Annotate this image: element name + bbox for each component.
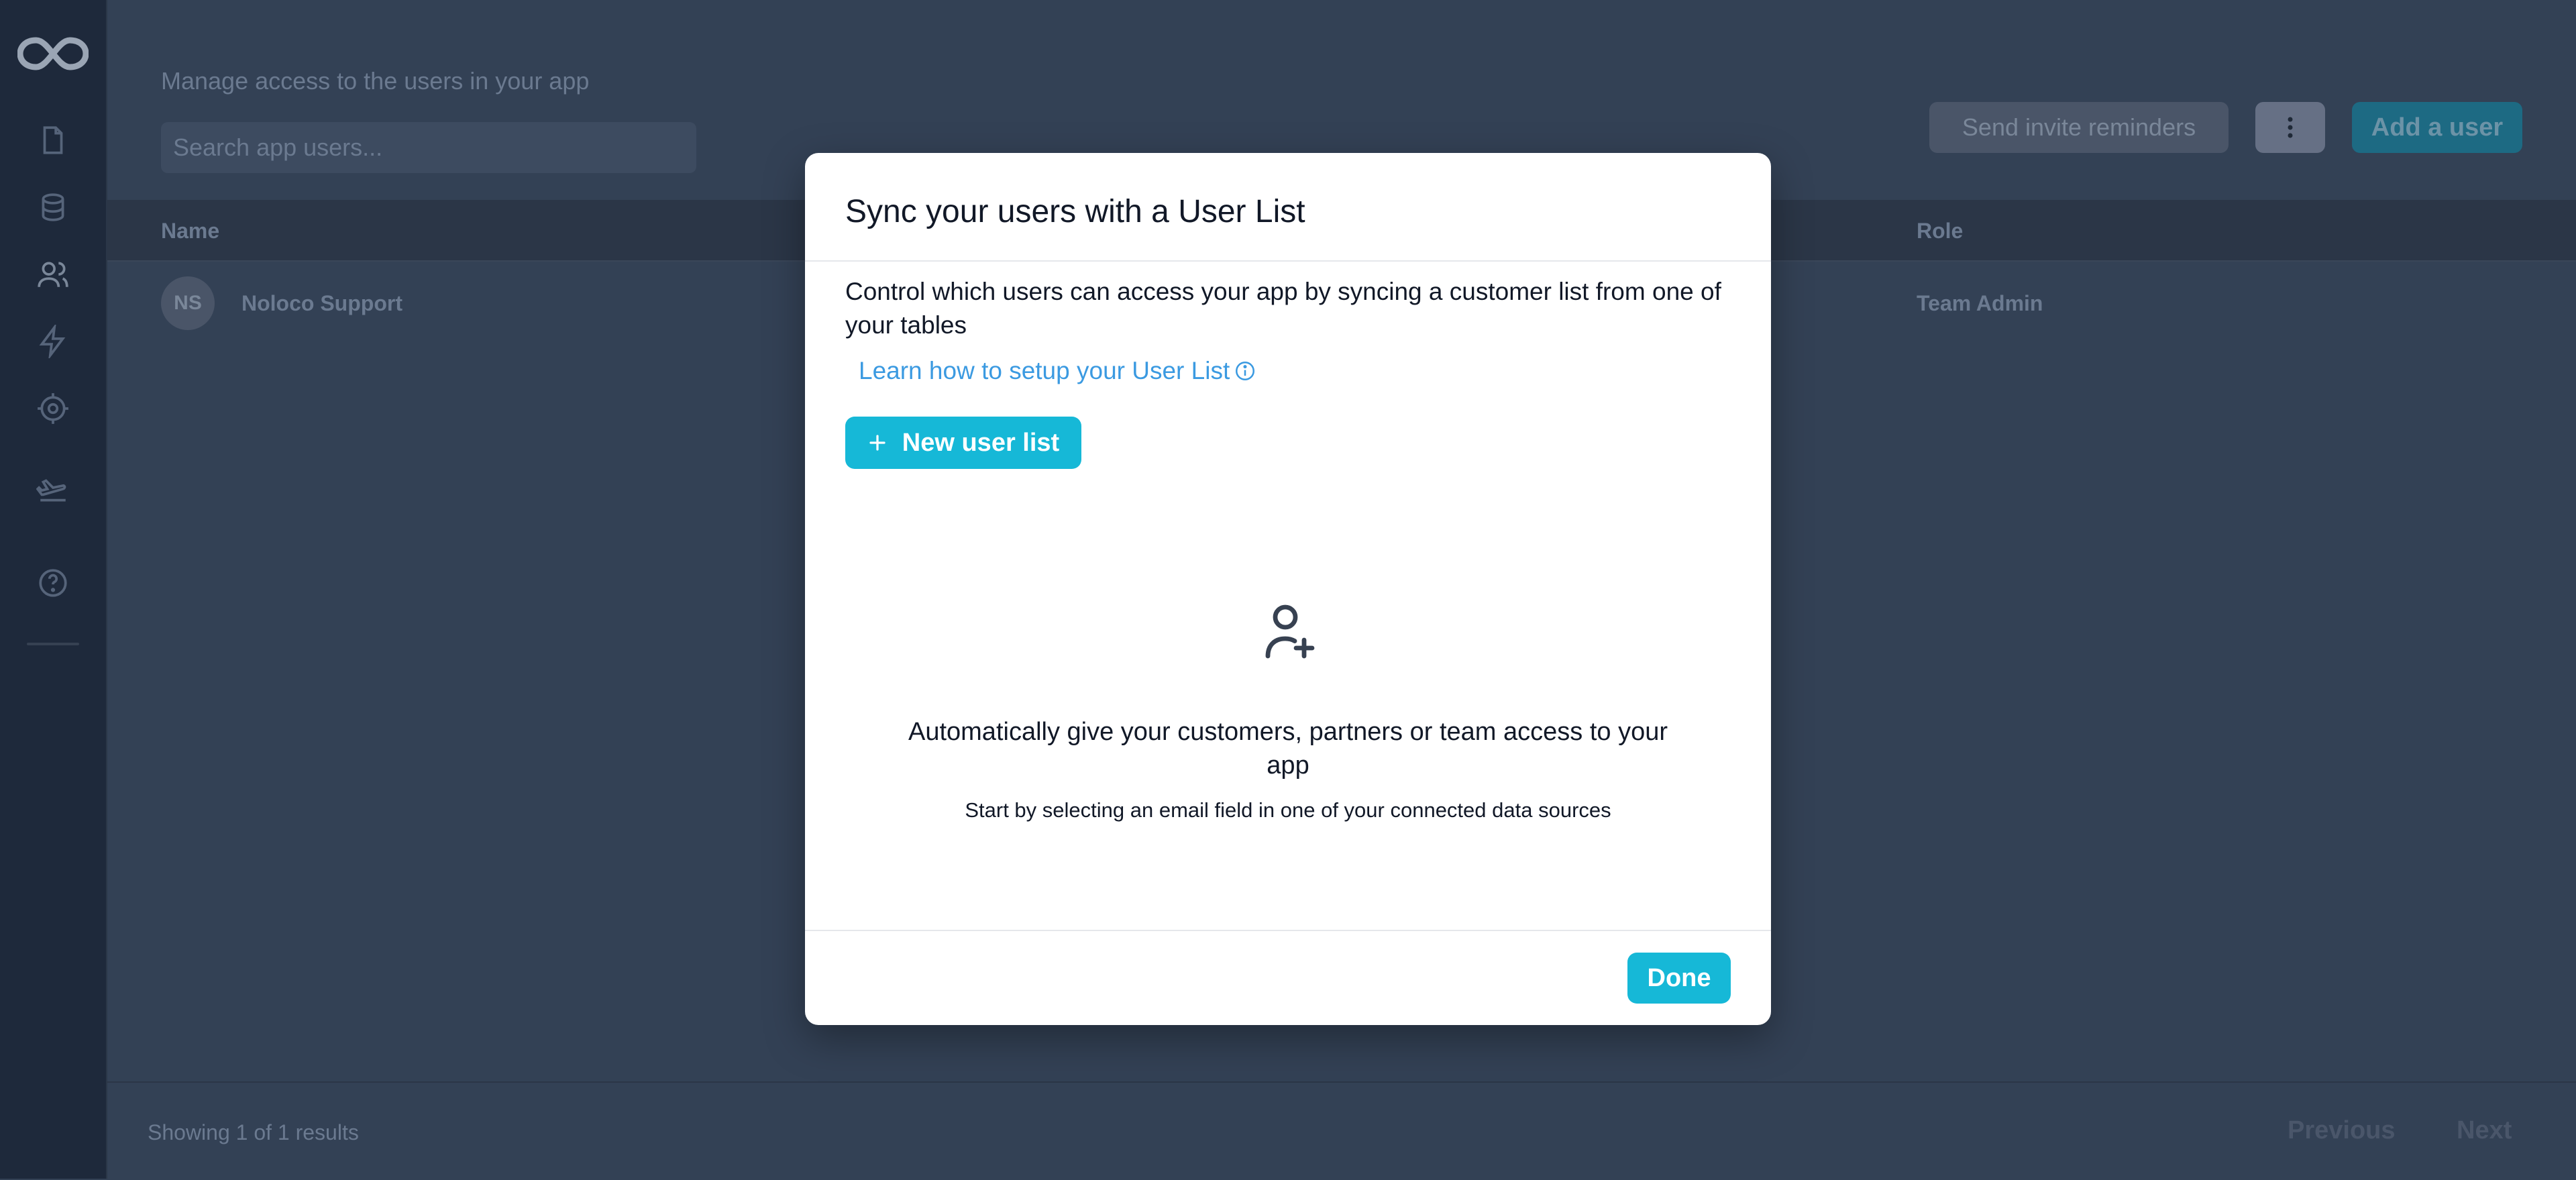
add-user-button[interactable]: Add a user (2352, 102, 2522, 153)
vertical-dots-icon (2288, 117, 2293, 138)
modal-footer-divider (805, 930, 1771, 931)
send-invite-reminders-button[interactable]: Send invite reminders (1929, 102, 2229, 153)
next-page-button[interactable]: Next (2457, 1116, 2512, 1145)
avatar: NS (161, 276, 215, 330)
users-icon[interactable] (36, 258, 70, 291)
learn-user-list-link[interactable]: Learn how to setup your User List (859, 357, 1256, 385)
more-options-button[interactable] (2255, 102, 2325, 153)
new-user-list-label: New user list (902, 428, 1060, 457)
database-icon[interactable] (36, 191, 70, 224)
modal-description: Control which users can access your app … (845, 278, 1721, 339)
new-user-list-button[interactable]: New user list (845, 417, 1081, 469)
help-icon[interactable] (36, 566, 70, 600)
page-subtitle: Manage access to the users in your app (161, 67, 590, 95)
gear-icon[interactable] (36, 392, 70, 425)
user-name: Noloco Support (241, 291, 402, 315)
sync-user-list-modal: Sync your users with a User List Control… (805, 153, 1771, 1025)
column-header-role[interactable]: Role (1917, 219, 1963, 244)
learn-link-label: Learn how to setup your User List (859, 357, 1230, 384)
launch-icon[interactable] (36, 472, 70, 506)
modal-header-divider (805, 260, 1771, 262)
infinity-logo[interactable] (17, 35, 89, 72)
pagination-bar: Showing 1 of 1 results Previous Next (107, 1081, 2576, 1180)
empty-state-title: Automatically give your customers, partn… (908, 718, 1668, 780)
user-role: Team Admin (1917, 291, 2043, 315)
column-header-name[interactable]: Name (161, 219, 219, 244)
lightning-icon[interactable] (36, 325, 70, 358)
done-button[interactable]: Done (1627, 953, 1731, 1004)
user-plus-icon (1265, 604, 1315, 659)
page-icon[interactable] (36, 123, 70, 157)
sidebar-divider (27, 643, 79, 645)
results-count: Showing 1 of 1 results (148, 1120, 359, 1144)
sidebar (0, 0, 107, 1179)
previous-page-button[interactable]: Previous (2288, 1116, 2396, 1145)
search-input[interactable] (161, 122, 696, 173)
info-icon (1236, 361, 1255, 381)
empty-state-subtitle: Start by selecting an email field in one… (965, 798, 1611, 822)
modal-title: Sync your users with a User List (845, 194, 1305, 229)
plus-icon (869, 435, 885, 451)
